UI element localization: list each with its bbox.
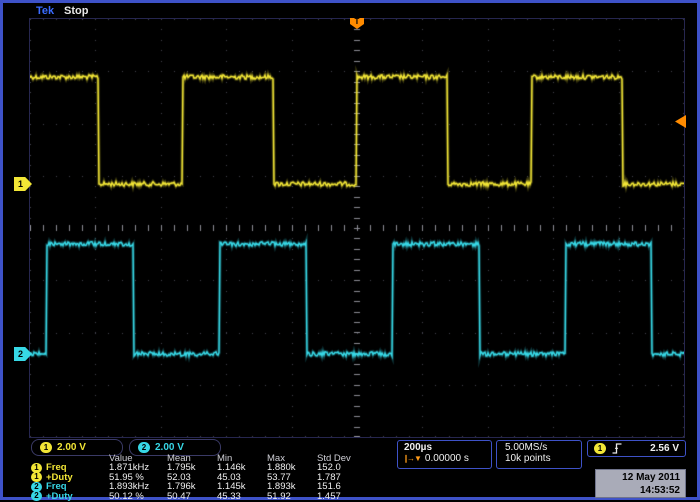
measurement-row: 1 +Duty 51.95 % 52.03 45.03 53.77 1.787 xyxy=(31,472,379,481)
date-value: 12 May 2011 xyxy=(596,471,680,484)
oscilloscope-screen: Tek Stop T 1 2 1 2.00 V 2 2.00 V Value M… xyxy=(0,0,700,500)
graticule-display xyxy=(29,18,685,438)
datetime-readout: 12 May 2011 14:53:52 xyxy=(595,469,686,498)
trigger-readout: 1 2.56 V xyxy=(587,440,686,457)
channel1-badge: 1 xyxy=(40,442,52,453)
acquisition-status: Stop xyxy=(64,5,88,17)
measurement-row: 2 +Duty 50.12 % 50.47 45.33 51.92 1.457 xyxy=(31,491,379,500)
trigger-level-value: 2.56 V xyxy=(650,443,679,454)
tek-logo: Tek xyxy=(36,5,54,17)
time-value: 14:53:52 xyxy=(596,484,680,497)
channel1-scale-value: 2.00 V xyxy=(57,442,86,453)
measurement-table: Value Mean Min Max Std Dev 1 Freq 1.871k… xyxy=(31,453,379,500)
channel2-badge: 2 xyxy=(138,442,150,453)
sample-rate-value: 5.00MS/s xyxy=(505,442,581,453)
waveform-canvas xyxy=(30,19,684,437)
record-length-value: 10k points xyxy=(505,453,581,464)
trigger-delay-icon: ∥→▼ xyxy=(404,454,421,463)
top-status-bar: Tek Stop xyxy=(6,5,694,18)
measurement-row: 1 Freq 1.871kHz 1.795k 1.146k 1.880k 152… xyxy=(31,462,379,471)
measurement-row: 2 Freq 1.893kHz 1.796k 1.145k 1.893k 151… xyxy=(31,481,379,490)
channel2-scale-value: 2.00 V xyxy=(155,442,184,453)
measurement-header-row: Value Mean Min Max Std Dev xyxy=(31,453,379,462)
acquisition-readout: 5.00MS/s 10k points xyxy=(496,440,582,469)
trigger-source-badge: 1 xyxy=(594,443,606,454)
timebase-value: 200µs xyxy=(404,442,491,453)
horizontal-delay-value: 0.00000 s xyxy=(425,453,469,464)
horizontal-readout: 200µs ∥→▼ 0.00000 s xyxy=(397,440,492,469)
rising-edge-icon xyxy=(612,443,622,454)
